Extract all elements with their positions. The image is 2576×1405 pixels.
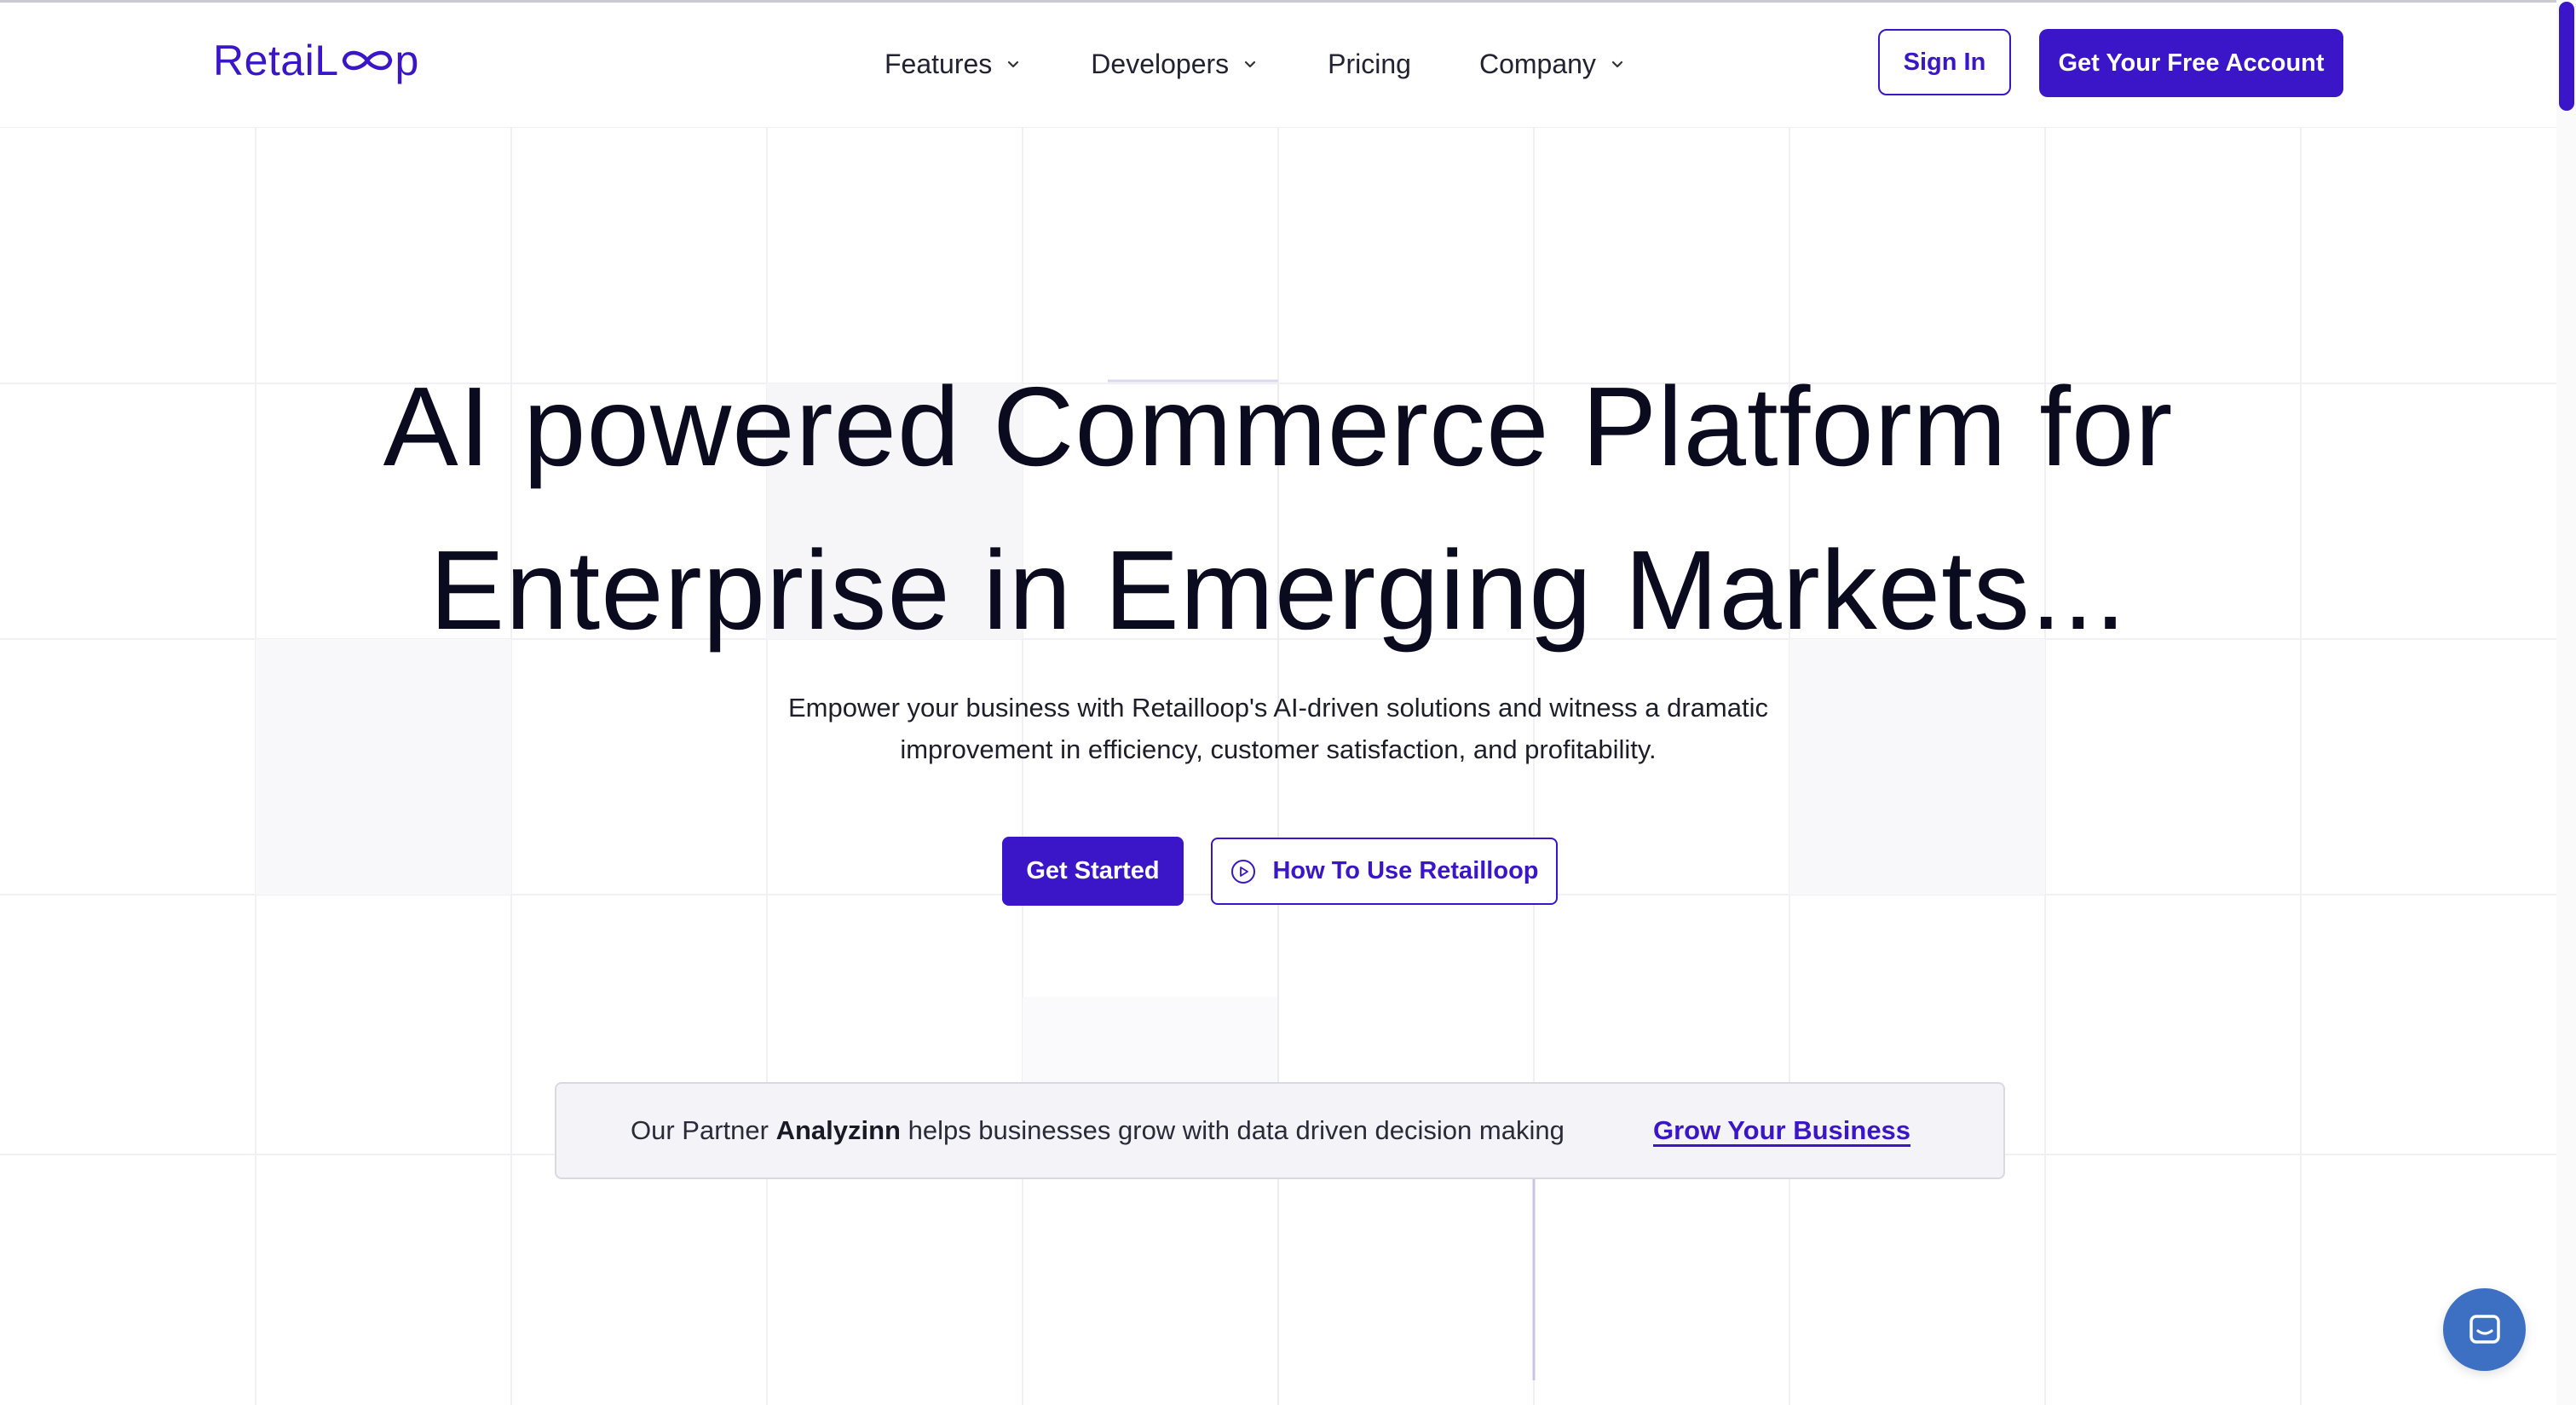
chat-launcher-button[interactable] bbox=[2443, 1288, 2526, 1371]
partner-text-before: Our Partner bbox=[631, 1115, 776, 1145]
logo-prefix: RetaiL bbox=[213, 37, 339, 84]
partner-text-after: helps businesses grow with data driven d… bbox=[900, 1115, 1565, 1145]
logo-suffix: p bbox=[395, 37, 419, 84]
nav-developers-label: Developers bbox=[1091, 48, 1230, 79]
partner-name: Analyzinn bbox=[775, 1115, 901, 1145]
nav-features[interactable]: Features bbox=[885, 49, 1023, 80]
page-scrollbar[interactable] bbox=[2556, 0, 2576, 1405]
hero-subtitle-line-1: Empower your business with Retailloop's … bbox=[787, 693, 1768, 723]
chevron-down-icon bbox=[1245, 60, 1256, 68]
get-free-account-button[interactable]: Get Your Free Account bbox=[2039, 29, 2343, 97]
nav-pricing[interactable]: Pricing bbox=[1328, 49, 1411, 80]
how-to-use-label: How To Use Retailloop bbox=[1272, 857, 1539, 884]
nav-company[interactable]: Company bbox=[1479, 49, 1627, 80]
hero-title-line-2: Enterprise in Emerging Markets... bbox=[429, 527, 2127, 653]
partner-banner: Our Partner Analyzinn helps businesses g… bbox=[555, 1082, 2005, 1179]
chat-icon bbox=[2469, 1314, 2500, 1344]
how-to-use-button[interactable]: How To Use Retailloop bbox=[1211, 838, 1558, 905]
get-started-button[interactable]: Get Started bbox=[1002, 837, 1184, 906]
hero-subtitle-line-2: improvement in efficiency, customer sati… bbox=[900, 734, 1657, 764]
hero-title: AI powered Commerce Platform for Enterpr… bbox=[256, 345, 2301, 672]
nav-company-label: Company bbox=[1478, 48, 1596, 79]
chevron-down-icon bbox=[1008, 60, 1019, 68]
retailoop-logo[interactable]: RetaiL p bbox=[213, 33, 419, 88]
page: RetaiL p Features Developers Pricing Com… bbox=[0, 0, 2576, 1405]
hero-title-line-1: AI powered Commerce Platform for bbox=[383, 364, 2174, 489]
grow-your-business-link[interactable]: Grow Your Business bbox=[1653, 1084, 1910, 1178]
nav-developers[interactable]: Developers bbox=[1091, 49, 1259, 80]
partner-text: Our Partner Analyzinn helps businesses g… bbox=[631, 1084, 1565, 1178]
nav-features-label: Features bbox=[885, 48, 993, 79]
main-nav: Features Developers Pricing Company bbox=[885, 37, 1695, 91]
infinity-loop-icon bbox=[342, 50, 392, 71]
play-circle-icon bbox=[1231, 859, 1256, 884]
nav-pricing-label: Pricing bbox=[1328, 48, 1411, 79]
sign-in-button[interactable]: Sign In bbox=[1878, 29, 2011, 95]
chevron-down-icon bbox=[1611, 60, 1623, 68]
site-header: RetaiL p Features Developers Pricing Com… bbox=[0, 3, 2556, 128]
scrollbar-thumb[interactable] bbox=[2559, 2, 2574, 111]
hero-subtitle: Empower your business with Retailloop's … bbox=[682, 687, 1875, 770]
